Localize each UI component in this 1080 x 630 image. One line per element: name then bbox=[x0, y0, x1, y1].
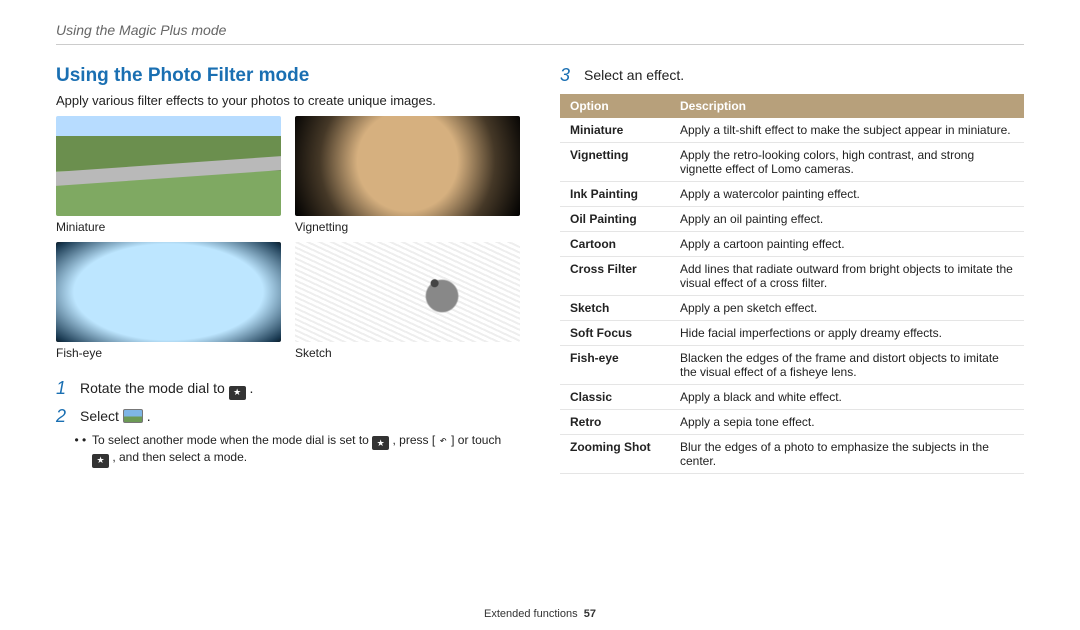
sample-thumb-fisheye bbox=[56, 242, 281, 342]
option-description: Apply a black and white effect. bbox=[670, 385, 1024, 410]
table-row: RetroApply a sepia tone effect. bbox=[560, 410, 1024, 435]
step-2-substep: To select another mode when the mode dia… bbox=[82, 433, 520, 468]
sample-miniature: Miniature bbox=[56, 116, 281, 234]
step-1-text-after: . bbox=[250, 380, 254, 396]
left-column: Using the Photo Filter mode Apply variou… bbox=[56, 65, 520, 474]
option-name: Oil Painting bbox=[560, 207, 670, 232]
table-header-description: Description bbox=[670, 94, 1024, 118]
table-header-option: Option bbox=[560, 94, 670, 118]
option-name: Sketch bbox=[560, 296, 670, 321]
option-name: Retro bbox=[560, 410, 670, 435]
table-row: Zooming ShotBlur the edges of a photo to… bbox=[560, 435, 1024, 474]
breadcrumb: Using the Magic Plus mode bbox=[56, 22, 1024, 45]
step-2-text-after: . bbox=[147, 408, 151, 424]
option-description: Apply an oil painting effect. bbox=[670, 207, 1024, 232]
step-number: 1 bbox=[56, 378, 70, 399]
step-number: 2 bbox=[56, 406, 70, 427]
option-description: Hide facial imperfections or apply dream… bbox=[670, 321, 1024, 346]
option-description: Apply a cartoon painting effect. bbox=[670, 232, 1024, 257]
footer-page-number: 57 bbox=[584, 608, 596, 620]
step-number: 3 bbox=[560, 65, 574, 86]
option-name: Ink Painting bbox=[560, 182, 670, 207]
step-3-text: Select an effect. bbox=[584, 65, 684, 86]
option-description: Blur the edges of a photo to emphasize t… bbox=[670, 435, 1024, 474]
option-name: Fish-eye bbox=[560, 346, 670, 385]
option-name: Soft Focus bbox=[560, 321, 670, 346]
option-description: Apply a watercolor painting effect. bbox=[670, 182, 1024, 207]
option-name: Vignetting bbox=[560, 143, 670, 182]
table-row: Oil PaintingApply an oil painting effect… bbox=[560, 207, 1024, 232]
table-row: Soft FocusHide facial imperfections or a… bbox=[560, 321, 1024, 346]
table-row: SketchApply a pen sketch effect. bbox=[560, 296, 1024, 321]
sample-caption: Vignetting bbox=[295, 220, 520, 234]
sample-caption: Fish-eye bbox=[56, 346, 281, 360]
footer-section: Extended functions bbox=[484, 608, 578, 620]
table-row: VignettingApply the retro-looking colors… bbox=[560, 143, 1024, 182]
option-name: Classic bbox=[560, 385, 670, 410]
table-row: CartoonApply a cartoon painting effect. bbox=[560, 232, 1024, 257]
step-2-text-before: Select bbox=[80, 408, 123, 424]
step-1: 1 Rotate the mode dial to ★ . bbox=[56, 378, 520, 400]
sample-thumb-vignetting bbox=[295, 116, 520, 216]
sample-thumb-miniature bbox=[56, 116, 281, 216]
option-description: Add lines that radiate outward from brig… bbox=[670, 257, 1024, 296]
photo-filter-icon bbox=[123, 409, 143, 423]
right-column: 3 Select an effect. Option Description M… bbox=[560, 65, 1024, 474]
option-name: Miniature bbox=[560, 118, 670, 143]
sample-caption: Sketch bbox=[295, 346, 520, 360]
option-description: Apply the retro-looking colors, high con… bbox=[670, 143, 1024, 182]
sample-vignetting: Vignetting bbox=[295, 116, 520, 234]
page-footer: Extended functions 57 bbox=[0, 608, 1080, 620]
sample-grid: Miniature Vignetting Fish-eye Sketch bbox=[56, 116, 520, 360]
mode-dial-magic-icon: ★ bbox=[372, 436, 389, 450]
lead-text: Apply various filter effects to your pho… bbox=[56, 93, 520, 108]
table-row: Fish-eyeBlacken the edges of the frame a… bbox=[560, 346, 1024, 385]
sample-caption: Miniature bbox=[56, 220, 281, 234]
return-icon: ↶ bbox=[439, 433, 448, 447]
sample-thumb-sketch bbox=[295, 242, 520, 342]
sample-sketch: Sketch bbox=[295, 242, 520, 360]
option-description: Apply a sepia tone effect. bbox=[670, 410, 1024, 435]
table-row: ClassicApply a black and white effect. bbox=[560, 385, 1024, 410]
section-title: Using the Photo Filter mode bbox=[56, 65, 520, 87]
effects-table: Option Description MiniatureApply a tilt… bbox=[560, 94, 1024, 474]
sample-fisheye: Fish-eye bbox=[56, 242, 281, 360]
step-3: 3 Select an effect. bbox=[560, 65, 1024, 86]
step-1-text-before: Rotate the mode dial to bbox=[80, 380, 229, 396]
table-row: Ink PaintingApply a watercolor painting … bbox=[560, 182, 1024, 207]
option-name: Cross Filter bbox=[560, 257, 670, 296]
option-description: Apply a pen sketch effect. bbox=[670, 296, 1024, 321]
step-2: 2 Select . bbox=[56, 406, 520, 427]
option-description: Blacken the edges of the frame and disto… bbox=[670, 346, 1024, 385]
mode-dial-magic-icon: ★ bbox=[229, 386, 246, 400]
option-name: Zooming Shot bbox=[560, 435, 670, 474]
option-name: Cartoon bbox=[560, 232, 670, 257]
option-description: Apply a tilt-shift effect to make the su… bbox=[670, 118, 1024, 143]
mode-dial-magic-icon: ★ bbox=[92, 454, 109, 468]
table-row: MiniatureApply a tilt-shift effect to ma… bbox=[560, 118, 1024, 143]
table-row: Cross FilterAdd lines that radiate outwa… bbox=[560, 257, 1024, 296]
